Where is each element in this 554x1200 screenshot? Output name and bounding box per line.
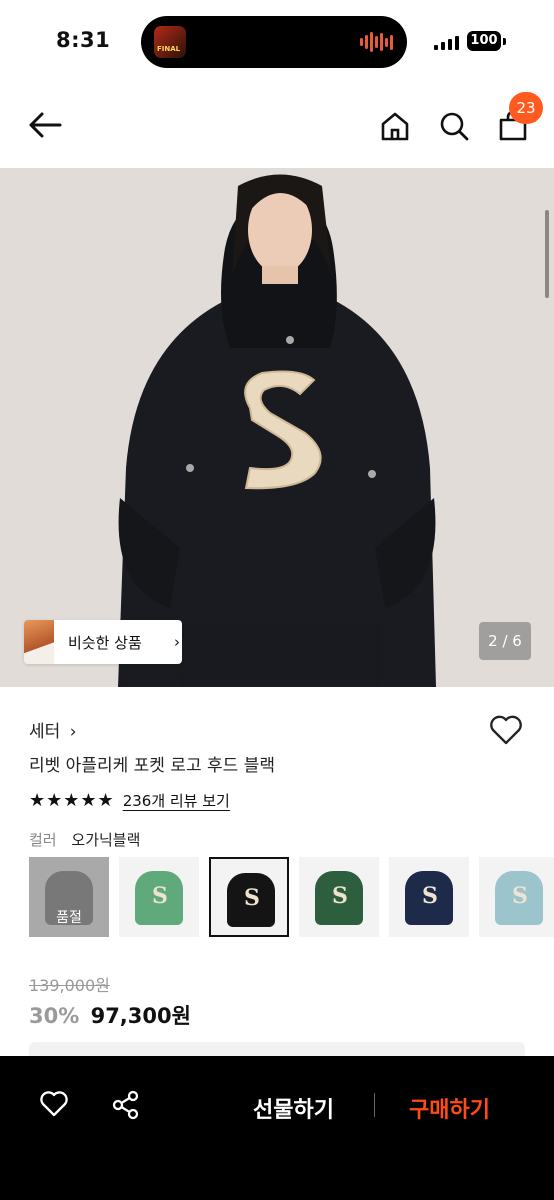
color-swatch[interactable]: S [389,857,469,937]
color-swatch[interactable]: S [299,857,379,937]
color-swatch[interactable]: 품절 [29,857,109,937]
now-playing-app-icon: FINAL [154,26,186,58]
gift-button[interactable]: 선물하기 [253,1092,334,1124]
audio-wave-icon [360,32,393,52]
top-navigation [0,84,554,168]
wishlist-heart-icon[interactable] [488,714,524,746]
search-icon[interactable] [438,110,470,142]
discount-rate: 30% [29,1004,80,1028]
color-row: 컬러 오가닉블랙 [29,829,140,850]
buy-button[interactable]: 구매하기 [409,1092,490,1124]
swatch-logo: S [332,883,348,909]
color-swatch[interactable]: S [119,857,199,937]
dynamic-island[interactable]: FINAL [141,16,407,68]
similar-products-button[interactable]: 비슷한 상품 › [24,620,182,664]
similar-products-label: 비슷한 상품 [68,634,142,652]
cart-count-badge: 23 [509,92,543,124]
sold-out-label: 품절 [56,910,82,926]
color-swatch[interactable]: S [479,857,554,937]
review-link[interactable]: 236개 리뷰 보기 [123,790,230,811]
chevron-right-icon: › [69,722,77,742]
rating-row: ★★★★★ 236개 리뷰 보기 [29,790,230,811]
heart-icon[interactable] [39,1090,69,1118]
rating-stars: ★★★★★ [29,790,115,811]
battery-indicator: 100 [467,31,501,51]
similar-product-thumbnail [24,620,54,664]
chevron-right-icon: › [174,633,180,651]
product-title: 리벳 아플리케 포켓 로고 후드 블랙 [29,756,275,776]
hoodie-photo [0,168,554,687]
info-section-divider [29,1042,525,1056]
status-time: 8:31 [56,28,111,52]
color-swatch-selected[interactable]: S [209,857,289,937]
original-price: 139,000원 [29,976,110,995]
brand-link[interactable]: 세터 › [29,717,77,742]
price-row: 30% 97,300원 [29,1000,191,1030]
product-image[interactable] [0,168,554,687]
status-bar: 8:31 FINAL 100 [0,0,554,84]
swatch-logo: S [512,883,528,909]
swatch-logo: S [422,883,438,909]
color-swatch-list: 품절 S S S S S [29,857,554,937]
sale-price: 97,300원 [90,1004,191,1028]
color-label: 컬러 [29,831,57,849]
image-pager: 2 / 6 [479,622,531,660]
bottom-action-bar: 선물하기 구매하기 [0,1056,554,1200]
swatch-logo: S [244,885,260,911]
color-value: 오가닉블랙 [71,831,141,849]
image-scrollbar[interactable] [545,210,549,298]
brand-name: 세터 [29,722,61,742]
back-arrow-icon[interactable] [27,110,63,140]
home-icon[interactable] [379,110,411,142]
swatch-logo: S [152,883,168,909]
action-divider [374,1093,375,1117]
signal-icon [434,36,459,50]
battery-tip [503,38,506,45]
share-icon[interactable] [111,1090,141,1120]
